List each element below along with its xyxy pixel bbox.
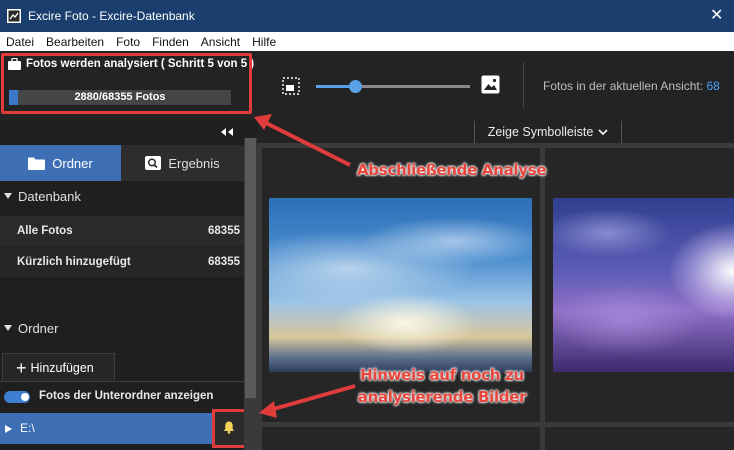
- photo-thumbnail-sky[interactable]: [269, 198, 532, 372]
- photo-cell[interactable]: [262, 427, 540, 450]
- section-folders-label: Ordner: [18, 320, 59, 336]
- zoom-slider-handle[interactable]: [349, 80, 362, 93]
- sidebar-item-all-photos[interactable]: Alle Fotos 68355: [0, 216, 244, 246]
- section-database-label: Datenbank: [18, 188, 81, 204]
- menu-finden[interactable]: Finden: [146, 35, 195, 49]
- menu-hilfe[interactable]: Hilfe: [246, 35, 282, 49]
- photo-cell[interactable]: [545, 427, 734, 450]
- app-icon: [7, 9, 21, 23]
- photos-in-view-label: Fotos in der aktuellen Ansicht:: [543, 79, 704, 93]
- title-bar: Excire Foto - Excire-Datenbank: [0, 0, 734, 32]
- menu-ansicht[interactable]: Ansicht: [195, 35, 246, 49]
- close-window-button[interactable]: ✕: [710, 5, 726, 25]
- toggle-knob: [21, 393, 29, 401]
- tab-result[interactable]: Ergebnis: [121, 145, 244, 181]
- annotation-highlight-analysis: [1, 53, 252, 114]
- add-folder-label: Hinzufügen: [30, 360, 94, 375]
- menu-datei[interactable]: Datei: [0, 35, 40, 49]
- section-database[interactable]: Datenbank: [0, 186, 244, 206]
- photo-thumbnail-sunburst[interactable]: [553, 198, 734, 372]
- show-toolbar-button[interactable]: Zeige Symbolleiste: [474, 121, 622, 143]
- folder-icon: [28, 157, 46, 170]
- folder-item-label: E:\: [20, 421, 35, 435]
- tab-folder[interactable]: Ordner: [0, 145, 121, 181]
- tab-result-label: Ergebnis: [168, 155, 220, 171]
- all-photos-label: Alle Fotos: [17, 225, 73, 237]
- photos-in-view-count: 68: [706, 79, 720, 93]
- divider: [0, 381, 244, 382]
- folder-item-e[interactable]: [0, 413, 244, 444]
- sidebar-scrollbar-thumb[interactable]: [245, 138, 256, 398]
- subfolder-toggle-label: Fotos der Unterordner anzeigen: [39, 390, 214, 402]
- section-folders[interactable]: Ordner: [0, 318, 244, 338]
- photos-in-view: Fotos in der aktuellen Ansicht: 68: [543, 79, 720, 93]
- annotation-hint: Hinweis auf noch zu analysierende Bilder: [342, 364, 542, 408]
- annotation-hint-line1: Hinweis auf noch zu: [360, 366, 524, 384]
- plus-icon: +: [16, 357, 27, 378]
- recently-added-count: 68355: [208, 256, 240, 268]
- recently-added-label: Kürzlich hinzugefügt: [17, 256, 131, 268]
- caret-down-icon: [4, 325, 12, 331]
- collapse-sidebar-icon[interactable]: [220, 127, 234, 137]
- search-icon: [145, 156, 162, 170]
- tab-folder-label: Ordner: [52, 155, 93, 171]
- annotation-hint-line2: analysierende Bilder: [357, 388, 527, 406]
- window-title: Excire Foto - Excire-Datenbank: [28, 9, 195, 23]
- menu-foto[interactable]: Foto: [110, 35, 146, 49]
- add-folder-button[interactable]: + Hinzufügen: [2, 353, 115, 381]
- show-toolbar-label: Zeige Symbolleiste: [487, 125, 594, 139]
- large-thumbnails-icon[interactable]: [481, 75, 500, 94]
- toolbar-divider: [523, 62, 524, 108]
- annotation-analysis-note: Abschließende Analyse: [357, 161, 547, 179]
- expand-arrow-icon[interactable]: [5, 425, 12, 433]
- bell-icon[interactable]: [223, 421, 235, 434]
- sidebar-item-recently-added[interactable]: Kürzlich hinzugefügt 68355: [0, 247, 244, 277]
- all-photos-count: 68355: [208, 225, 240, 237]
- menu-bearbeiten[interactable]: Bearbeiten: [40, 35, 110, 49]
- menu-bar: Datei Bearbeiten Foto Finden Ansicht Hil…: [0, 32, 734, 51]
- chevron-down-icon: [598, 128, 608, 135]
- caret-down-icon: [4, 193, 12, 199]
- small-thumbnails-icon[interactable]: [282, 77, 300, 95]
